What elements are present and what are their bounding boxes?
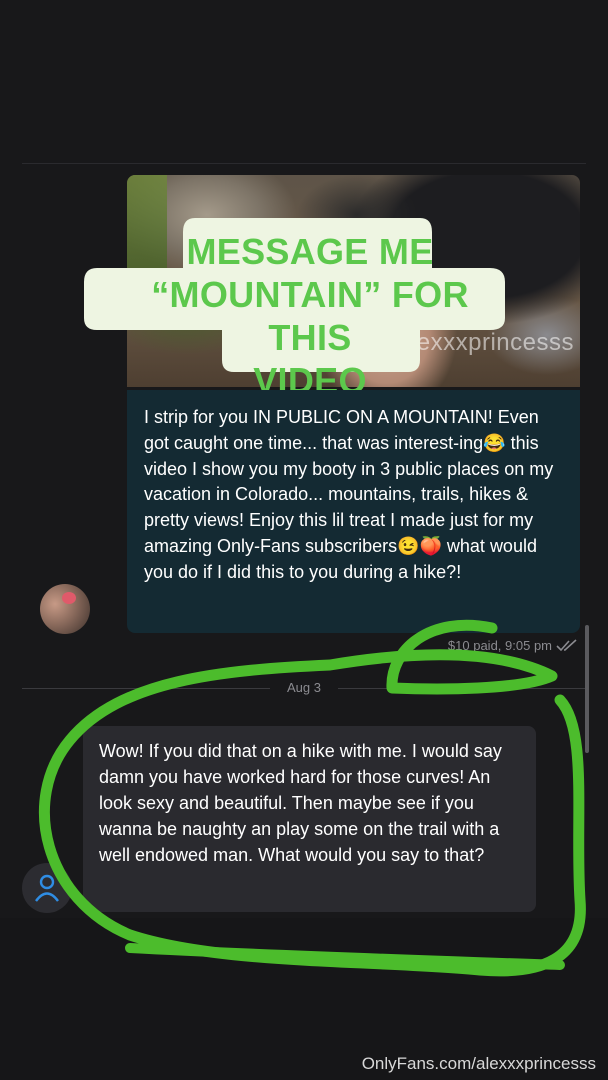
sender-avatar[interactable] [40, 584, 90, 634]
outgoing-message-bubble[interactable]: I strip for you IN PUBLIC ON A MOUNTAIN!… [127, 390, 580, 633]
avatar-detail [62, 592, 76, 604]
top-divider [22, 163, 586, 164]
date-separator: Aug 3 [22, 680, 586, 698]
site-watermark: OnlyFans.com/alexxxprincesss [361, 1054, 596, 1073]
overlay-line: MESSAGE ME [186, 231, 434, 272]
incoming-message-text: Wow! If you did that on a hike with me. … [99, 741, 502, 865]
message-meta: $10 paid, 9:05 pm [448, 638, 578, 653]
divider-line [338, 688, 586, 689]
paid-time-label: $10 paid, 9:05 pm [447, 638, 552, 653]
incoming-message-bubble[interactable]: Wow! If you did that on a hike with me. … [83, 726, 536, 912]
user-icon [35, 874, 59, 902]
overlay-headline: MESSAGE ME “MOUNTAIN” FOR THIS VIDEO [110, 230, 510, 402]
my-avatar[interactable] [22, 863, 72, 913]
double-check-icon [556, 638, 577, 651]
overlay-line: “MOUNTAIN” FOR THIS [151, 274, 469, 358]
outgoing-message-text: I strip for you IN PUBLIC ON A MOUNTAIN!… [144, 407, 554, 582]
scrollbar[interactable] [585, 625, 589, 753]
